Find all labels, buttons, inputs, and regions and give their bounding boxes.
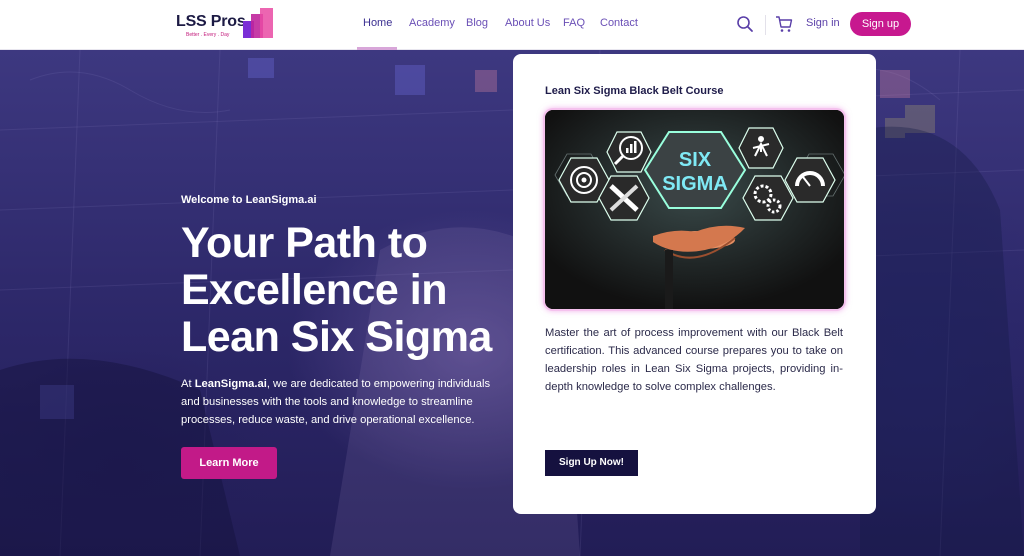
course-card: Lean Six Sigma Black Belt Course SIX SIG… bbox=[513, 54, 876, 514]
nav-blog[interactable]: Blog bbox=[466, 17, 488, 29]
nav-contact[interactable]: Contact bbox=[600, 17, 638, 29]
course-image: SIX SIGMA bbox=[545, 110, 844, 309]
sign-up-button[interactable]: Sign up bbox=[850, 12, 911, 36]
hero-description: At LeanSigma.ai, we are dedicated to emp… bbox=[181, 375, 511, 429]
logo-text: LSS Pros bbox=[176, 13, 246, 30]
search-icon[interactable] bbox=[736, 15, 754, 33]
course-sign-up-button[interactable]: Sign Up Now! bbox=[545, 450, 638, 476]
nav-home[interactable]: Home bbox=[363, 17, 392, 29]
logo-tagline: Better . Every . Day bbox=[186, 32, 230, 38]
learn-more-button[interactable]: Learn More bbox=[181, 447, 277, 479]
cart-icon[interactable] bbox=[775, 15, 793, 33]
course-title: Lean Six Sigma Black Belt Course bbox=[545, 85, 724, 97]
sign-in-link[interactable]: Sign in bbox=[806, 17, 840, 29]
header-divider bbox=[765, 15, 766, 35]
hero-description-brand: LeanSigma.ai bbox=[194, 378, 267, 390]
logo-bars-icon bbox=[243, 8, 273, 38]
nav-academy[interactable]: Academy bbox=[409, 17, 455, 29]
nav-faq[interactable]: FAQ bbox=[563, 17, 585, 29]
hero-description-prefix: At bbox=[181, 378, 195, 390]
magnifier-chart-icon bbox=[606, 131, 652, 173]
site-header: LSS Pros Better . Every . Day Home Acade… bbox=[0, 0, 1024, 50]
hero-welcome: Welcome to LeanSigma.ai bbox=[181, 194, 317, 206]
nav-about-us[interactable]: About Us bbox=[505, 17, 550, 29]
course-description: Master the art of process improvement wi… bbox=[545, 327, 843, 393]
hero-title: Your Path to Excellence in Lean Six Sigm… bbox=[181, 219, 492, 361]
six-sigma-illustration: SIX SIGMA bbox=[545, 110, 844, 309]
growth-figure-icon bbox=[738, 127, 784, 169]
six-sigma-line1: SIX bbox=[679, 149, 712, 171]
six-sigma-line2: SIGMA bbox=[662, 173, 728, 195]
logo[interactable]: LSS Pros Better . Every . Day bbox=[176, 8, 276, 42]
